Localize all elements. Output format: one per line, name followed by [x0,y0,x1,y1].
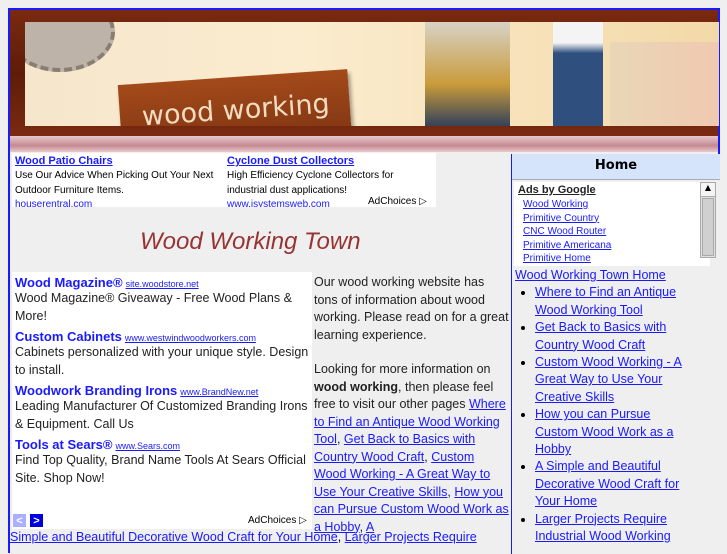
bottom-links: Simple and Beautiful Decorative Wood Cra… [10,529,510,547]
main-content: Our wood working website has tons of inf… [314,274,510,536]
ads-by-google-label[interactable]: Ads by Google [518,184,706,196]
logo-plank: wood working [117,69,353,126]
ad-title[interactable]: Cyclone Dust Collectors [227,155,432,167]
intro-text: Our wood working website has tons of inf… [314,275,509,342]
ad-desc: Wood Magazine® Giveaway - Free Wood Plan… [15,291,292,323]
page-frame: wood working Wood Patio Chairs Use Our A… [8,8,720,554]
sidebar-link[interactable]: A Simple and Beautiful Decorative Wood C… [535,459,679,508]
worker-image [553,22,603,126]
sidebar-link[interactable]: Get Back to Basics with Country Wood Cra… [535,320,666,351]
ad-link[interactable]: Primitive Country [523,212,706,226]
header-banner: wood working [10,10,719,136]
bold-text: wood working [314,379,399,394]
site-title: Wood Working Town [140,228,361,255]
ad-url[interactable]: www.westwindwoodworkers.com [125,333,256,343]
ad-item[interactable]: Woodwork Branding Irons www.BrandNew.net L… [15,383,309,433]
ad-desc: Cabinets personalized with your unique s… [15,345,309,377]
separator: , [336,432,344,446]
text: Looking for more information on [314,362,491,376]
prev-ad-button[interactable]: < [13,514,26,527]
adchoices-link[interactable]: AdChoices ▷ [248,515,307,526]
ad-url[interactable]: www.BrandNew.net [180,387,258,397]
sidebar-nav: Wood Working Town Home Where to Find an … [515,267,695,546]
adchoices-link[interactable]: AdChoices ▷ [368,196,427,207]
sidebar-link[interactable]: Larger Projects Require Industrial Wood … [535,512,671,543]
separator: , [337,530,345,544]
sidebar-link[interactable]: How you can Pursue Custom Wood Work as a… [535,407,673,456]
ad-desc: Use Our Advice When Picking Out Your Nex… [15,170,214,196]
sidebar-ad-block: Ads by Google Wood Working Primitive Cou… [514,182,710,266]
ad-item[interactable]: Wood Patio Chairs Use Our Advice When Pi… [15,155,220,207]
scroll-thumb[interactable] [702,198,714,256]
sidebar-link[interactable]: Custom Wood Working - A Great Way to Use… [535,355,682,404]
ad-desc: Find Top Quality, Brand Name Tools At Se… [15,453,306,485]
left-ad-block: Wood Magazine® site.woodstore.net Wood Mag… [12,272,312,529]
ad-link[interactable]: Primitive Home [523,252,706,266]
ad-title[interactable]: Wood Patio Chairs [15,155,220,167]
sidebar-link[interactable]: Where to Find an Antique Wood Working To… [535,285,676,316]
saw-blade-image [25,22,115,72]
sidebar-home-link[interactable]: Wood Working Town Home [515,268,666,282]
ad-desc: Leading Manufacturer Of Customized Brand… [15,399,308,431]
worker-image [610,42,719,126]
ad-link[interactable]: CNC Wood Router [523,225,706,239]
ad-title[interactable]: Wood Magazine® [15,275,123,290]
next-ad-button[interactable]: > [30,514,43,527]
logo-text: wood working [140,88,331,126]
page-link[interactable]: Simple and Beautiful Decorative Wood Cra… [10,530,338,544]
ad-url[interactable]: site.woodstore.net [126,279,199,289]
ad-title[interactable]: Tools at Sears® [15,437,112,452]
top-ad-block: Wood Patio Chairs Use Our Advice When Pi… [12,153,436,207]
banner-image: wood working [25,22,719,126]
ad-item[interactable]: Custom Cabinets www.westwindwoodworkers.c… [15,329,309,379]
scroll-up-icon[interactable]: ▲ [701,183,715,197]
ad-desc: High Efficiency Cyclone Collectors for i… [227,170,394,196]
page-link[interactable]: Larger Projects Require [345,530,477,544]
ad-link[interactable]: Wood Working [523,198,706,212]
ad-url[interactable]: www.Sears.com [115,441,180,451]
nav-bar [10,136,718,152]
ad-item[interactable]: Wood Magazine® site.woodstore.net Wood Mag… [15,275,309,325]
sidebar: Home Ads by Google Wood Working Primitiv… [511,154,720,554]
more-info-text: Looking for more information on wood wor… [314,361,510,536]
worker-image [425,22,510,126]
ad-link[interactable]: Primitive Americana [523,239,706,253]
ad-scrollbar[interactable]: ▲ [700,182,716,258]
ad-title[interactable]: Custom Cabinets [15,329,122,344]
ad-url[interactable]: houserentral.com [15,198,220,207]
sidebar-home-header: Home [512,154,720,180]
ad-item[interactable]: Tools at Sears® www.Sears.com Find Top Qua… [15,437,309,487]
ad-title[interactable]: Woodwork Branding Irons [15,383,177,398]
